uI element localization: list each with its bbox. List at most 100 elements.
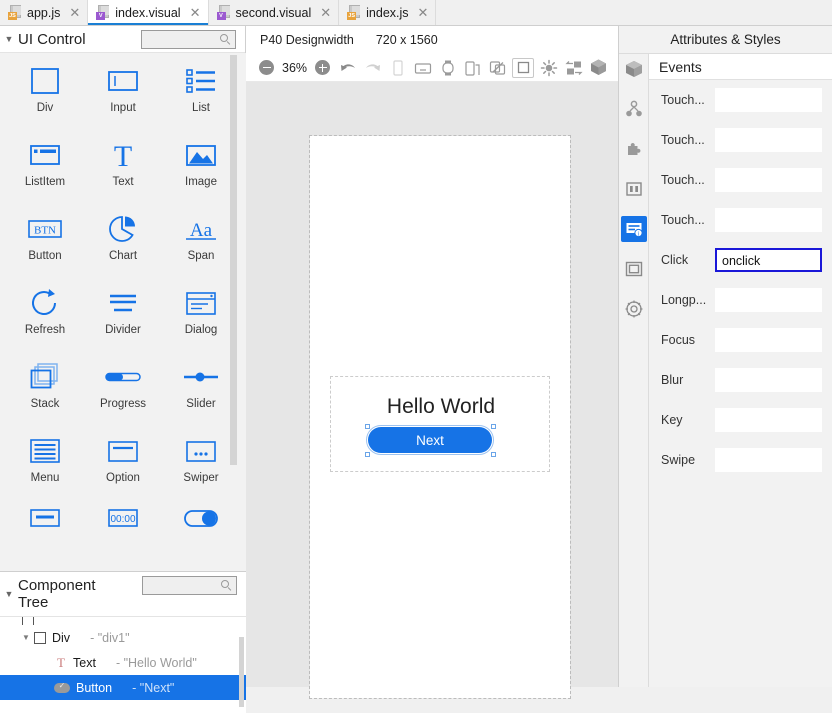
close-icon[interactable]: ✕	[320, 6, 331, 19]
event-value-input[interactable]	[715, 408, 822, 432]
event-value-input[interactable]	[715, 128, 822, 152]
close-icon[interactable]: ✕	[69, 6, 80, 19]
preview-div-component[interactable]: Hello World	[330, 376, 550, 472]
preview-text-component[interactable]: Hello World	[331, 395, 551, 419]
tab-app-js[interactable]: JS app.js ✕	[0, 0, 89, 25]
palette-scrollbar[interactable]	[230, 55, 237, 465]
resize-handle-tl[interactable]	[365, 424, 370, 429]
strip-events-button[interactable]: i	[620, 216, 647, 242]
palette-item-label: Swiper	[183, 472, 219, 484]
search-icon	[221, 580, 232, 591]
watch-preview-button[interactable]	[435, 56, 460, 80]
palette-item-list[interactable]: List	[162, 61, 240, 126]
zoom-out-button[interactable]	[254, 56, 279, 80]
tab-second-visual[interactable]: V second.visual ✕	[208, 0, 340, 25]
strip-nodes-button[interactable]	[621, 96, 647, 122]
strip-cube-button[interactable]	[621, 56, 647, 82]
palette-item-div[interactable]: Div	[6, 61, 84, 126]
tree-node-value: - "Hello World"	[115, 655, 197, 670]
palette-item-divider[interactable]: Divider	[84, 283, 162, 348]
tree-row-partial[interactable]	[0, 617, 246, 625]
event-value-input[interactable]	[715, 88, 822, 112]
preview-button-component[interactable]: Next	[366, 425, 494, 455]
event-value-input[interactable]	[715, 288, 822, 312]
event-label: Focus	[661, 333, 696, 347]
palette-item-picker[interactable]: 00:00	[84, 505, 162, 570]
events-icon: i	[626, 223, 643, 238]
palette-item-switch[interactable]	[162, 505, 240, 570]
event-label: Blur	[661, 373, 684, 387]
swiper-icon	[184, 431, 218, 471]
chevron-down-icon[interactable]: ▼	[0, 34, 18, 44]
tab-index-js[interactable]: JS index.js ✕	[339, 0, 437, 25]
palette-item-button[interactable]: BTN Button	[6, 209, 84, 274]
palette-item-slider[interactable]: Slider	[162, 357, 240, 422]
event-value-input[interactable]	[715, 448, 822, 472]
palette-item-chart[interactable]: Chart	[84, 209, 162, 274]
js-file-icon: JS	[347, 5, 361, 20]
device-info-bar: P40 Designwidth 720 x 1560	[246, 26, 618, 54]
palette-item-swiper[interactable]: Swiper	[162, 431, 240, 496]
event-row-focus: Focus	[649, 320, 832, 360]
event-value-input[interactable]	[715, 368, 822, 392]
event-row-touchcancel: Touch...	[649, 200, 832, 240]
palette-item-label: Text	[112, 176, 134, 188]
device-preview-frame[interactable]: Hello World Next	[309, 135, 571, 699]
phone-preview-button[interactable]	[385, 56, 410, 80]
tv-preview-button[interactable]	[410, 56, 435, 80]
strip-atom-button[interactable]	[621, 296, 647, 322]
tree-row-text[interactable]: T Text - "Hello World"	[0, 650, 246, 675]
tree-row-div[interactable]: ▼ Div - "div1"	[0, 625, 246, 650]
tab-index-visual[interactable]: V index.visual ✕	[88, 0, 209, 25]
event-value-input[interactable]	[715, 168, 822, 192]
resize-handle-bl[interactable]	[365, 452, 370, 457]
strip-columns-button[interactable]	[621, 176, 647, 202]
event-value-input[interactable]: onclick	[715, 248, 822, 272]
palette-item-label: Dialog	[184, 324, 218, 336]
foldable-preview-button[interactable]	[460, 56, 485, 80]
transfer-icon	[564, 60, 583, 75]
resize-handle-br[interactable]	[491, 452, 496, 457]
svg-text:00:00: 00:00	[110, 514, 135, 525]
strip-frame-button[interactable]	[621, 256, 647, 282]
cube-button[interactable]	[586, 56, 611, 80]
palette-item-input[interactable]: Input	[84, 61, 162, 126]
tree-node-type: Div	[52, 630, 71, 645]
strip-puzzle-button[interactable]	[621, 136, 647, 162]
slider-icon	[181, 357, 221, 397]
palette-item-stack[interactable]: Stack	[6, 357, 84, 422]
rotate-button[interactable]	[485, 56, 510, 80]
palette-item-dialog[interactable]: Dialog	[162, 283, 240, 348]
palette-item-span[interactable]: Aa Span	[162, 209, 240, 274]
palette-item-text[interactable]: T Text	[84, 135, 162, 200]
ui-control-search-input[interactable]	[141, 30, 236, 49]
chevron-down-icon[interactable]: ▼	[18, 633, 34, 642]
undo-button[interactable]	[335, 56, 360, 80]
tree-row-button[interactable]: Button - "Next"	[0, 675, 246, 700]
resize-handle-tr[interactable]	[491, 424, 496, 429]
close-icon[interactable]: ✕	[190, 6, 201, 19]
close-icon[interactable]: ✕	[418, 6, 429, 19]
brightness-button[interactable]	[536, 56, 561, 80]
canvas-area[interactable]: Hello World Next	[246, 82, 618, 699]
zoom-in-button[interactable]	[310, 56, 335, 80]
event-value-input[interactable]	[715, 208, 822, 232]
palette-item-toolbar[interactable]	[6, 505, 84, 570]
palette-item-progress[interactable]: Progress	[84, 357, 162, 422]
palette-item-image[interactable]: Image	[162, 135, 240, 200]
transfer-button[interactable]	[561, 56, 586, 80]
tab-label: index.visual	[115, 5, 181, 20]
nodes-icon	[625, 100, 642, 117]
palette-item-menu[interactable]: Menu	[6, 431, 84, 496]
component-tree-scrollbar[interactable]	[239, 637, 244, 707]
square-preview-button[interactable]	[512, 57, 535, 78]
chevron-down-icon[interactable]: ▼	[0, 589, 18, 599]
divider-icon	[106, 283, 140, 323]
redo-button[interactable]	[360, 56, 385, 80]
component-tree-search-input[interactable]	[142, 576, 237, 595]
event-value-input[interactable]	[715, 328, 822, 352]
palette-item-listitem[interactable]: ListItem	[6, 135, 84, 200]
tv-icon	[414, 62, 431, 74]
palette-item-refresh[interactable]: Refresh	[6, 283, 84, 348]
palette-item-option[interactable]: Option	[84, 431, 162, 496]
